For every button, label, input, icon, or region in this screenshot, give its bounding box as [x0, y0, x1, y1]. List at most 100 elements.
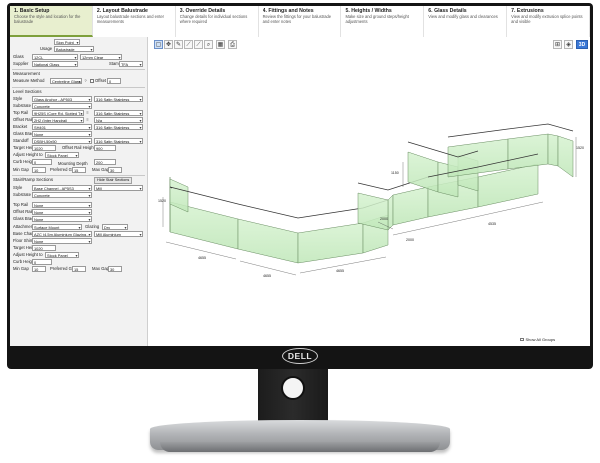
supplier-label: Supplier	[13, 61, 29, 66]
offset-input[interactable]: 0	[107, 78, 121, 84]
usage-label: Usage	[40, 46, 53, 51]
floor-shim-select[interactable]: None	[32, 238, 92, 244]
adjust-height-select[interactable]: Stock Panel	[45, 152, 79, 158]
preferred-gap-input[interactable]: 15	[72, 167, 86, 173]
stair-top-rail-select[interactable]: None	[32, 202, 92, 208]
dell-logo: DELL	[282, 348, 318, 364]
glass-panel	[507, 133, 549, 170]
monitor-bezel: 1. Basic Setup Choose the style and locat…	[7, 3, 593, 369]
substrate-select[interactable]: Concrete	[32, 103, 92, 109]
level-sections-heading: Level Sections	[13, 89, 42, 94]
step-heights-widths[interactable]: 5. Heights / Widths Make size and ground …	[341, 6, 425, 37]
glazing-select[interactable]: Dry	[102, 224, 128, 230]
style-finish-select[interactable]: 316 Satin Stainless	[94, 96, 143, 102]
glass-type-select[interactable]: 12mm Clear	[80, 54, 122, 60]
stair-adjust-height-select[interactable]: Stock Panel	[45, 252, 79, 258]
step-desc: View and modify glass and clearances	[428, 14, 498, 19]
offset-checkbox[interactable]	[90, 79, 94, 83]
step-desc: Change details for individual sections w…	[179, 14, 248, 24]
supplier-select[interactable]: National Glass	[32, 61, 78, 67]
step-desc: Choose the style and location for the ba…	[14, 14, 81, 24]
usage-select[interactable]: Balustrade	[54, 46, 94, 52]
top-rail-finish-select[interactable]: 316 Satin Stainless	[94, 110, 143, 116]
step-extrusions[interactable]: 7. Extrusions View and modify extrusion s…	[507, 6, 590, 37]
measure-method-select[interactable]: Centreline Glass	[50, 78, 82, 84]
wizard-steps: 1. Basic Setup Choose the style and locat…	[10, 6, 590, 38]
base-channel-select[interactable]: AZC (4.5m Aluminium Glazing...	[32, 231, 92, 237]
dim-label: 1150	[391, 171, 399, 175]
stair-style-finish-select[interactable]: Mill	[94, 185, 143, 191]
stair-max-gap-input[interactable]: 30	[108, 266, 122, 272]
settings-panel: Sign Point Usage Balustrade Glass 12CL 1…	[10, 37, 148, 346]
glass-panel	[237, 218, 299, 264]
stair-glass-bracket-select[interactable]: None	[32, 216, 92, 222]
step-desc: Layout balustrade sections and enter mea…	[96, 14, 164, 24]
top-rail-label: Top Rail	[13, 110, 29, 115]
glass-panel	[547, 133, 559, 167]
glass-bracket-select[interactable]: None	[32, 131, 92, 137]
offset-rail-finish-select[interactable]: N/a	[94, 117, 143, 123]
show-all-groups[interactable]: Show All Groups	[520, 337, 555, 342]
measurement-heading: Measurement	[13, 71, 40, 76]
show-all-groups-checkbox[interactable]	[520, 337, 524, 342]
step-layout-balustrade[interactable]: 2. Layout Balustrade Layout balustrade se…	[93, 6, 176, 37]
stand-cable-hole	[281, 376, 305, 400]
bracket-select[interactable]: SH401	[32, 124, 92, 130]
stair-target-height-input[interactable]: 1020	[32, 245, 56, 251]
attachment-label: Attachment	[13, 224, 35, 229]
offset-rail-select[interactable]: 2H2 (Inter Handrail	[32, 117, 84, 123]
step-basic-setup[interactable]: 1. Basic Setup Choose the style and locat…	[10, 6, 93, 37]
stair-style-select[interactable]: Base Channel - AP5S3	[32, 185, 92, 191]
stair-offset-rail-select[interactable]: None	[32, 209, 92, 215]
substrate-label: Substrate	[13, 103, 31, 108]
offset-label: Offset	[95, 78, 107, 83]
glass-panel	[387, 194, 394, 231]
max-gap-input[interactable]: 30	[108, 167, 122, 173]
balustrade-model: 1520 4655 4655 4655 2000 4535 2000 1150 …	[158, 123, 584, 278]
target-height-input[interactable]: 1020	[32, 145, 56, 151]
glass-panel	[297, 222, 364, 264]
stair-curb-height-input[interactable]: 0	[32, 259, 52, 265]
dim-label: 2000	[406, 238, 414, 242]
attachment-select[interactable]: Surface Mount	[32, 224, 82, 230]
divider	[12, 69, 145, 70]
standoff-select[interactable]: DSBH-50x50	[32, 138, 92, 144]
stair-preferred-gap-input[interactable]: 15	[72, 266, 86, 272]
offset-rail-height-label: Offset Rail Height	[62, 145, 95, 150]
offset-rail-height-input[interactable]: 900	[94, 145, 116, 151]
floor-shim-label: Floor Shim	[13, 238, 34, 243]
rail-options-icon[interactable]: ≡	[85, 117, 90, 122]
stair-substrate-select[interactable]: Concrete	[32, 192, 92, 198]
step-glass-details[interactable]: 6. Glass Details View and modify glass an…	[424, 6, 508, 37]
glass-panel	[407, 151, 439, 193]
stair-adjust-height-label: Adjust Height to	[13, 252, 43, 257]
left-run	[169, 177, 389, 264]
curb-height-input[interactable]: 0	[32, 159, 52, 165]
stair-max-gap-label: Max Gap	[92, 266, 109, 271]
mounting-depth-input[interactable]: 200	[94, 159, 116, 165]
glass-panel	[392, 186, 429, 226]
glazing-label: Glazing	[85, 224, 100, 229]
dim-label: 1520	[158, 199, 166, 203]
stair-substrate-label: Substrate	[13, 192, 31, 197]
glass-code-select[interactable]: 12CL	[32, 54, 78, 60]
min-gap-input[interactable]: 10	[32, 167, 46, 173]
info-icon[interactable]: ?	[83, 78, 88, 83]
stair-top-rail-label: Top Rail	[13, 202, 29, 207]
bracket-finish-select[interactable]: 316 Satin Stainless	[94, 124, 143, 130]
stamp-select[interactable]: TFA	[119, 61, 143, 67]
step-fittings-notes[interactable]: 4. Fittings and Notes Review the fittings…	[259, 6, 342, 37]
min-gap-label: Min Gap	[13, 167, 29, 172]
base-channel-finish-select[interactable]: Mill Aluminium	[94, 231, 143, 237]
hide-stair-sections-button[interactable]: Hide Stair Sections	[94, 177, 133, 184]
top-rail-select[interactable]: 9H25S (Core Rd. Slotted T...	[32, 110, 84, 116]
viewport-3d[interactable]: ▢ ✥ ✎ ⟋ ⟋ ⌕ ▦ ⎙ ⊞ ◈ 3D 1520 4655 4655 46…	[148, 37, 590, 346]
step-desc: Make size and ground steps/height adjust…	[345, 14, 409, 24]
step-override-details[interactable]: 3. Override Details Change details for in…	[176, 6, 259, 37]
stair-min-gap-input[interactable]: 10	[32, 266, 46, 272]
style-select[interactable]: Glass Anchor - AP503	[32, 96, 92, 102]
rail-options-icon[interactable]: ≡	[85, 110, 90, 115]
standoff-finish-select[interactable]: 316 Satin Stainless	[94, 138, 143, 144]
sign-point-select[interactable]: Sign Point	[54, 39, 80, 45]
glass-panel	[557, 135, 574, 178]
